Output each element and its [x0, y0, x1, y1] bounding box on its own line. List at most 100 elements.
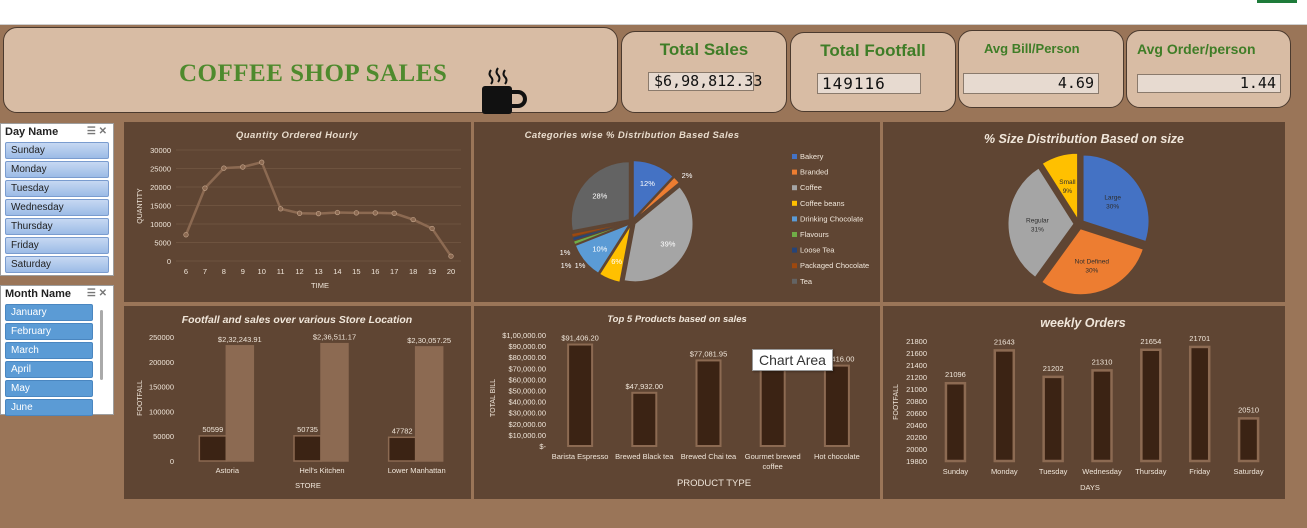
chart-title: Categories wise % Distribution Based Sal…: [525, 130, 740, 141]
hourly-chart-panel[interactable]: Quantity Ordered Hourly 0 5000 10000 15000 20…: [124, 122, 471, 302]
legend-swatch: [792, 278, 797, 284]
x-tick-label: Hot chocolate: [814, 452, 860, 461]
slicer-item-monday[interactable]: Monday: [5, 161, 109, 178]
legend-swatch: [792, 232, 797, 237]
x-tick-label: 10: [258, 267, 266, 276]
weekly-bar-chart: weekly Orders 19800 20000 20200 20400 20600 20…: [893, 316, 1264, 492]
slicer-title: Day Name: [5, 126, 59, 138]
y-tick-label: 5000: [154, 239, 171, 248]
chart-title: Top 5 Products based on sales: [607, 314, 747, 325]
pie-data-label: 30%: [1085, 268, 1098, 275]
slicer-item-june[interactable]: June: [5, 399, 93, 416]
slicer-item-may[interactable]: May: [5, 380, 93, 397]
bar-data-label: 50735: [297, 425, 318, 434]
y-tick-label: $40,000.00: [508, 398, 546, 407]
weekly-chart-panel[interactable]: weekly Orders 19800 20000 20200 20400 20600 20…: [883, 306, 1285, 499]
slicer-item-february[interactable]: February: [5, 323, 93, 340]
slicer-item-april[interactable]: April: [5, 361, 93, 378]
kpi-value: $6,98,812.33: [648, 72, 762, 91]
x-tick-label: 20: [447, 267, 455, 276]
x-tick-label: Wednesday: [1082, 467, 1122, 476]
kpi-total-footfall: Total Footfall 149116: [790, 32, 956, 112]
y-tick-label: 200000: [149, 358, 174, 367]
slicer-item-tuesday[interactable]: Tuesday: [5, 180, 109, 197]
data-point: [410, 216, 416, 223]
month-name-slicer[interactable]: Month Name ☰ ✕ January February March April…: [0, 285, 114, 416]
y-tick-label: 21600: [906, 349, 927, 358]
legend-swatch: [792, 185, 797, 191]
y-tick-label: $60,000.00: [508, 375, 546, 384]
chart-title: Quantity Ordered Hourly: [236, 130, 359, 141]
x-tick-label: Hell's Kitchen: [299, 466, 344, 475]
y-axis-label: FOOTFALL: [893, 384, 900, 420]
y-tick-label: $80,000.00: [508, 353, 546, 362]
bar-data-label: $2,36,511.17: [313, 333, 356, 342]
x-tick-label: 19: [428, 267, 436, 276]
x-tick-label: Thursday: [1135, 467, 1167, 476]
chart-title: weekly Orders: [1040, 316, 1126, 330]
store-chart-panel[interactable]: Footfall and sales over various Store Lo…: [124, 306, 471, 499]
bar-footfall: [387, 436, 417, 462]
x-tick-label: 16: [371, 267, 379, 276]
data-point: [315, 211, 322, 217]
x-tick-label: Gourmet brewed: [745, 452, 801, 461]
x-tick-label: 13: [314, 267, 322, 276]
x-tick-label: 12: [295, 267, 303, 276]
slicer-item-thursday[interactable]: Thursday: [5, 218, 109, 235]
bar-data-label: 21643: [994, 337, 1015, 346]
clear-filter-icon[interactable]: ☰ ✕: [87, 126, 107, 137]
x-tick-label: Astoria: [216, 466, 240, 475]
y-tick-label: 20000: [906, 445, 927, 454]
data-point: [372, 210, 378, 216]
legend-swatch: [792, 169, 797, 175]
kpi-label: Avg Bill/Person: [984, 41, 1080, 56]
bar-data-label: 47782: [392, 426, 413, 435]
kpi-value: 4.69: [963, 73, 1099, 94]
kpi-value: 149116: [817, 73, 921, 94]
x-tick-label: Brewed Chai tea: [681, 452, 737, 461]
slicer-item-sunday[interactable]: Sunday: [5, 142, 109, 159]
pie-data-label: 31%: [1031, 227, 1044, 234]
legend-entry: Drinking Chocolate: [800, 214, 863, 223]
data-point: [183, 232, 189, 238]
data-point: [391, 210, 397, 216]
slicer-item-march[interactable]: March: [5, 342, 93, 359]
y-axis-label: QUANTITY: [137, 188, 144, 224]
x-axis-label: STORE: [295, 481, 321, 490]
slicer-item-wednesday[interactable]: Wednesday: [5, 199, 109, 216]
y-tick-label: 30000: [150, 146, 171, 155]
slicer-item-saturday[interactable]: Saturday: [5, 256, 109, 273]
slicer-scrollbar[interactable]: [100, 310, 103, 380]
products-chart-panel[interactable]: Top 5 Products based on sales $- $10,000.0…: [474, 306, 880, 499]
bar-sales: [225, 345, 255, 462]
day-name-slicer[interactable]: Day Name ☰ ✕ Sunday Monday Tuesday Wednesda…: [0, 123, 114, 276]
data-point: [429, 225, 435, 232]
pie-data-label: 6%: [611, 257, 622, 266]
data-point: [221, 165, 227, 171]
dashboard-title: COFFEE SHOP SALES: [179, 60, 448, 87]
x-axis-label: TIME: [311, 281, 329, 290]
clear-filter-icon[interactable]: ☰ ✕: [87, 288, 107, 299]
slicer-item-friday[interactable]: Friday: [5, 237, 109, 254]
legend-entry: Packaged Chocolate: [800, 261, 869, 270]
pie-data-label: 2%: [682, 171, 693, 180]
pie-data-label: 28%: [592, 191, 607, 200]
x-axis-label: PRODUCT TYPE: [677, 478, 751, 489]
product-bar: [695, 359, 722, 448]
pie-data-label: 30%: [1106, 204, 1119, 211]
bar-data-label: 21310: [1092, 357, 1113, 366]
y-tick-label: $30,000.00: [508, 409, 546, 418]
x-tick-label: Brewed Black tea: [615, 452, 674, 461]
slicer-item-january[interactable]: January: [5, 304, 93, 321]
bar-data-label: 20510: [1238, 405, 1259, 414]
legend-swatch: [792, 154, 797, 159]
y-tick-label: $1,00,000.00: [502, 331, 546, 340]
chart-title: Footfall and sales over various Store Lo…: [182, 314, 412, 326]
category-chart-panel[interactable]: Categories wise % Distribution Based Sal…: [474, 122, 880, 302]
size-chart-panel[interactable]: % Size Distribution Based on size Large 30…: [883, 122, 1285, 302]
title-card: COFFEE SHOP SALES: [3, 27, 618, 114]
y-tick-label: $70,000.00: [508, 364, 546, 373]
x-axis-label: DAYS: [1080, 483, 1100, 492]
bar-data-label: 21654: [1140, 337, 1161, 346]
x-tick-label: coffee: [763, 462, 783, 471]
